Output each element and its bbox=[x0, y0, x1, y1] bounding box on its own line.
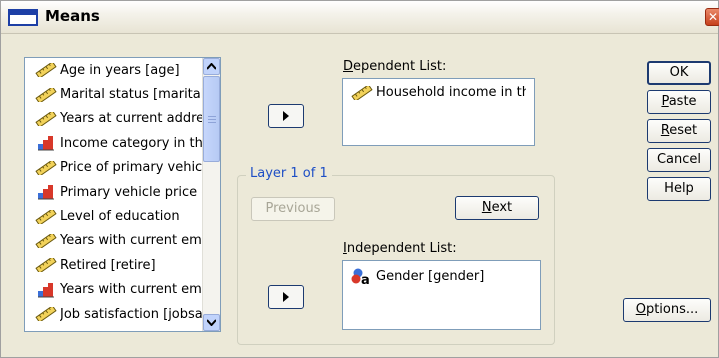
window-icon bbox=[8, 9, 38, 26]
previous-button[interactable]: Previous bbox=[251, 197, 335, 221]
layer-group-title: Layer 1 of 1 bbox=[246, 166, 332, 181]
source-list-item[interactable]: Years at current address bbox=[25, 107, 220, 131]
source-item-label: Job satisfaction [jobsat] bbox=[60, 306, 213, 322]
source-list-item[interactable]: Level of education bbox=[25, 204, 220, 228]
source-list-item[interactable]: Job satisfaction [jobsat] bbox=[25, 302, 220, 326]
arrow-right-icon bbox=[283, 292, 289, 302]
means-dialog: Means ✕ Age in years [age] Marital status… bbox=[0, 0, 719, 358]
source-item-label: Marital status [marital] bbox=[60, 87, 210, 103]
dependent-list[interactable]: Household income in thousands bbox=[342, 78, 535, 146]
ok-button[interactable]: OK bbox=[647, 61, 711, 85]
reset-button[interactable]: Reset bbox=[647, 119, 711, 143]
source-list-scrollbar[interactable] bbox=[202, 58, 220, 331]
ordinal-bar-icon bbox=[35, 282, 57, 298]
source-list-item[interactable]: Age in years [age] bbox=[25, 58, 220, 82]
scale-ruler-icon bbox=[35, 258, 57, 273]
source-list-item[interactable]: Price of primary vehicle bbox=[25, 156, 220, 180]
scale-ruler-icon bbox=[351, 85, 373, 100]
independent-item-label: Gender [gender] bbox=[376, 268, 485, 284]
independent-list[interactable]: a Gender [gender] bbox=[342, 260, 541, 330]
scale-ruler-icon bbox=[35, 307, 57, 322]
dependent-item-label: Household income in thousands bbox=[376, 85, 526, 100]
arrow-right-icon bbox=[283, 111, 289, 121]
scale-ruler-icon bbox=[35, 209, 57, 224]
source-list-item[interactable]: Retired [retire] bbox=[25, 253, 220, 277]
scale-ruler-icon bbox=[35, 87, 57, 102]
paste-button[interactable]: Paste bbox=[647, 90, 711, 114]
title-bar[interactable]: Means ✕ bbox=[1, 1, 719, 34]
source-item-label: Level of education bbox=[60, 209, 180, 225]
window-title: Means bbox=[45, 7, 100, 25]
source-list-item[interactable]: Income category in thousands bbox=[25, 131, 220, 155]
source-item-label: Retired [retire] bbox=[60, 257, 156, 273]
ordinal-bar-icon bbox=[35, 184, 57, 200]
source-item-label: Price of primary vehicle bbox=[60, 160, 214, 176]
source-item-label: Years at current address bbox=[60, 111, 218, 127]
source-variable-list[interactable]: Age in years [age] Marital status [marita… bbox=[24, 57, 221, 332]
cancel-button[interactable]: Cancel bbox=[647, 148, 711, 172]
chevron-down-icon bbox=[207, 319, 216, 326]
source-item-label: Age in years [age] bbox=[60, 62, 180, 78]
move-to-dependent-button[interactable] bbox=[268, 104, 304, 128]
source-item-label: Years with current employer bbox=[60, 282, 220, 298]
grip-line bbox=[208, 116, 216, 117]
options-button[interactable]: Options... bbox=[623, 298, 711, 322]
scale-ruler-icon bbox=[35, 63, 57, 78]
scale-ruler-icon bbox=[35, 111, 57, 126]
ordinal-bar-icon bbox=[35, 135, 57, 151]
scale-ruler-icon bbox=[35, 160, 57, 175]
source-item-label: Income category in thousands bbox=[60, 135, 220, 151]
next-button[interactable]: Next bbox=[455, 196, 539, 220]
nominal-icon: a bbox=[351, 267, 373, 285]
independent-list-label: Independent List: bbox=[343, 241, 457, 256]
source-list-item[interactable]: Primary vehicle price category bbox=[25, 180, 220, 204]
help-button[interactable]: Help bbox=[647, 177, 711, 201]
scale-ruler-icon bbox=[35, 233, 57, 248]
grip-line bbox=[208, 119, 216, 120]
scroll-thumb[interactable] bbox=[203, 76, 220, 162]
source-list-item[interactable]: Years with current employer bbox=[25, 278, 220, 302]
svg-text:a: a bbox=[361, 273, 370, 285]
source-list-item[interactable]: Years with current employer bbox=[25, 229, 220, 253]
dependent-list-label: Dependent List: bbox=[343, 59, 447, 74]
move-to-independent-button[interactable] bbox=[268, 285, 304, 309]
grip-line bbox=[208, 122, 216, 123]
chevron-up-icon bbox=[207, 63, 216, 70]
scroll-up-button[interactable] bbox=[203, 58, 220, 75]
close-button[interactable]: ✕ bbox=[705, 8, 719, 26]
source-list-item[interactable]: Marital status [marital] bbox=[25, 82, 220, 106]
source-item-label: Years with current employer bbox=[60, 233, 220, 249]
dependent-list-item[interactable]: Household income in thousands bbox=[343, 79, 534, 100]
scroll-down-button[interactable] bbox=[203, 314, 220, 331]
source-item-label: Primary vehicle price category bbox=[60, 184, 220, 200]
independent-list-item[interactable]: a Gender [gender] bbox=[343, 261, 540, 285]
source-variable-items: Age in years [age] Marital status [marita… bbox=[25, 58, 220, 326]
